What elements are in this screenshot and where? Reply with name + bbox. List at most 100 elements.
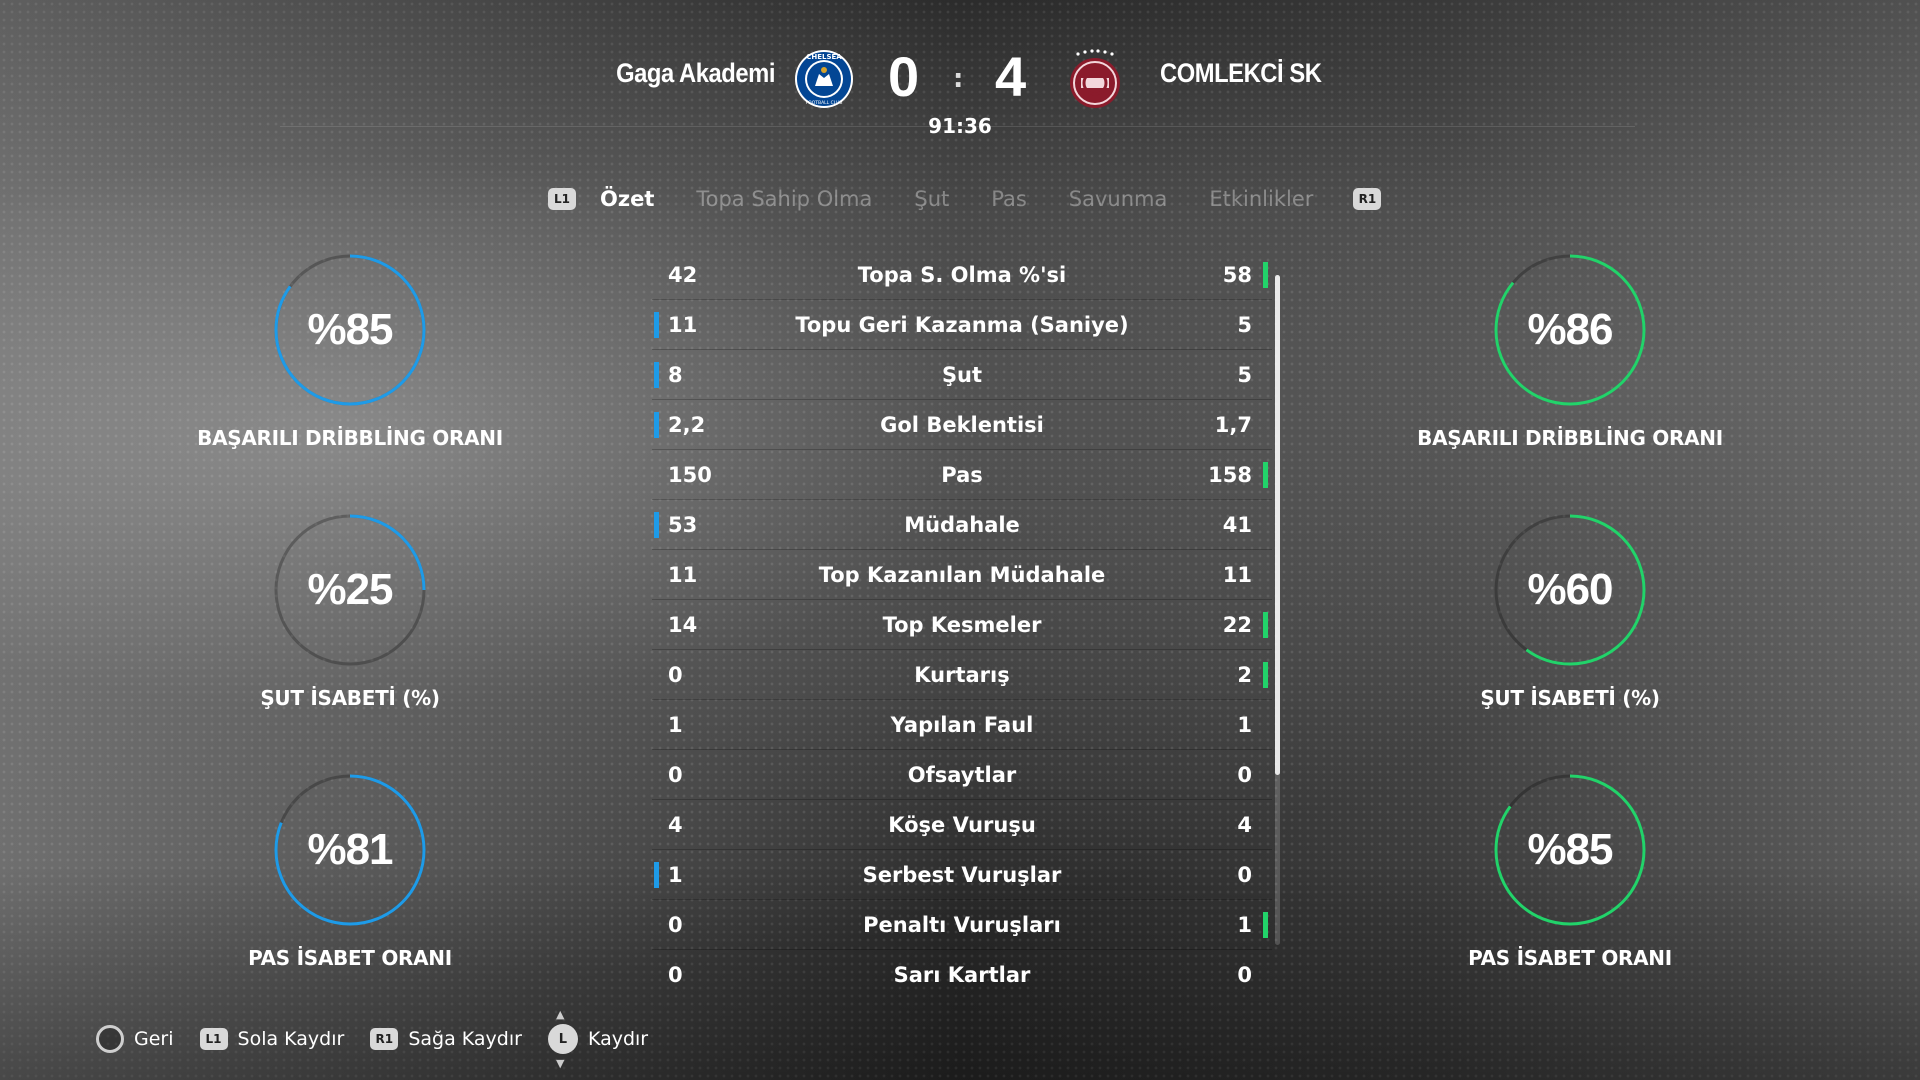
- away-shot-accuracy-ring: %60 ŞUT İSABETİ (%): [1400, 510, 1740, 710]
- away-stat-value: 1: [1237, 712, 1252, 737]
- l1-button-icon[interactable]: L1: [548, 188, 576, 210]
- stat-label: Yapılan Faul: [890, 712, 1034, 737]
- ring-label: ŞUT İSABETİ (%): [1480, 686, 1660, 710]
- home-dribble-ring: %85 BAŞARILI DRİBBLİNG ORANI: [180, 250, 520, 450]
- stat-label: Ofsaytlar: [907, 762, 1017, 787]
- scroll-left-label: Sola Kaydır: [237, 1028, 345, 1050]
- stat-label: Köşe Vuruşu: [888, 812, 1036, 837]
- home-shot-accuracy-ring: %25 ŞUT İSABETİ (%): [180, 510, 520, 710]
- tab-etkinlikler[interactable]: Etkinlikler: [1209, 187, 1313, 211]
- away-stat-value: 1,7: [1214, 412, 1252, 437]
- ring-value: %85: [1527, 825, 1613, 874]
- stat-row-penalties: 0 Penaltı Vuruşları 1: [652, 900, 1272, 950]
- back-hint[interactable]: Geri: [96, 1025, 174, 1053]
- scroll-hint[interactable]: ▲ L ▼ Kaydır: [547, 1008, 649, 1070]
- home-team-crest: CHELSEA FOOTBALL CLUB: [793, 48, 855, 110]
- stats-scrollbar-thumb[interactable]: [1275, 275, 1280, 775]
- match-clock: 91:36: [928, 114, 992, 138]
- away-pass-accuracy-ring: %85 PAS İSABET ORANI: [1400, 770, 1740, 970]
- ring-value: %25: [307, 565, 393, 614]
- ring-label: ŞUT İSABETİ (%): [260, 686, 440, 710]
- stat-row-saves: 0 Kurtarış 2: [652, 650, 1272, 700]
- r1-button-icon: R1: [370, 1028, 399, 1050]
- left-stick-icon: ▲ L ▼: [547, 1008, 578, 1070]
- score-separator: :: [953, 64, 964, 94]
- stats-tab-bar: L1 Özet Topa Sahip Olma Şut Pas Savunma …: [548, 182, 1382, 216]
- ring-value: %85: [307, 305, 393, 354]
- stat-label: Müdahale: [904, 512, 1020, 537]
- match-stats-table: 42 Topa S. Olma %'si 58 11 Topu Geri Kaz…: [652, 250, 1272, 999]
- stat-label: Top Kazanılan Müdahale: [818, 562, 1106, 587]
- chevron-down-icon: ▼: [555, 1057, 565, 1070]
- stat-row-expected-goals: 2,2 Gol Beklentisi 1,7: [652, 400, 1272, 450]
- stat-row-tackles-won: 11 Top Kazanılan Müdahale 11: [652, 550, 1272, 600]
- stat-label: Sarı Kartlar: [893, 962, 1031, 987]
- stat-row-tackles: 53 Müdahale 41: [652, 500, 1272, 550]
- away-stat-value: 2: [1237, 662, 1252, 687]
- scroll-right-label: Sağa Kaydır: [408, 1028, 522, 1050]
- tab-savunma[interactable]: Savunma: [1069, 187, 1168, 211]
- away-stat-value: 41: [1222, 512, 1252, 537]
- stat-row-free-kicks: 1 Serbest Vuruşlar 0: [652, 850, 1272, 900]
- stat-label: Şut: [941, 362, 983, 387]
- away-stat-value: 5: [1237, 312, 1252, 337]
- home-pass-accuracy-ring: %81 PAS İSABET ORANI: [180, 770, 520, 970]
- away-stat-value: 1: [1237, 912, 1252, 937]
- scroll-label: Kaydır: [587, 1028, 649, 1050]
- stat-label: Topa S. Olma %'si: [857, 262, 1067, 287]
- ring-value: %81: [307, 825, 393, 874]
- ring-label: PAS İSABET ORANI: [248, 946, 452, 970]
- stat-row-interceptions: 14 Top Kesmeler 22: [652, 600, 1272, 650]
- away-score: 4: [995, 45, 1027, 108]
- stat-label: Top Kesmeler: [882, 612, 1042, 637]
- stat-row-passes: 150 Pas 158: [652, 450, 1272, 500]
- stat-row-yellow-cards: 0 Sarı Kartlar 0: [652, 950, 1272, 999]
- away-stat-value: 0: [1237, 862, 1252, 887]
- button-hints-bar: Geri L1 Sola Kaydır R1 Sağa Kaydır ▲ L ▼…: [96, 1008, 674, 1070]
- ring-label: PAS İSABET ORANI: [1468, 946, 1672, 970]
- chevron-up-icon: ▲: [555, 1008, 565, 1021]
- svg-text:CHELSEA: CHELSEA: [806, 53, 842, 61]
- l1-button-icon: L1: [199, 1028, 228, 1050]
- away-team-crest: [1064, 48, 1126, 110]
- ring-value: %86: [1527, 305, 1613, 354]
- stat-row-recovery-time: 11 Topu Geri Kazanma (Saniye) 5: [652, 300, 1272, 350]
- away-stat-value: 158: [1208, 462, 1252, 487]
- away-stat-value: 22: [1222, 612, 1252, 637]
- away-stat-value: 0: [1237, 762, 1252, 787]
- away-stat-value: 11: [1222, 562, 1252, 587]
- ring-label: BAŞARILI DRİBBLİNG ORANI: [1417, 426, 1723, 450]
- stat-label: Serbest Vuruşlar: [862, 862, 1062, 887]
- home-team-name: Gaga Akademi: [616, 58, 775, 88]
- tab-pas[interactable]: Pas: [991, 187, 1027, 211]
- tab-sut[interactable]: Şut: [914, 187, 949, 211]
- away-stat-value: 4: [1237, 812, 1252, 837]
- stat-row-offsides: 0 Ofsaytlar 0: [652, 750, 1272, 800]
- stat-label: Topu Geri Kazanma (Saniye): [795, 312, 1129, 337]
- stat-row-fouls: 1 Yapılan Faul 1: [652, 700, 1272, 750]
- stat-row-possession: 42 Topa S. Olma %'si 58: [652, 250, 1272, 300]
- away-lead-bar: [1263, 262, 1268, 288]
- scroll-left-hint[interactable]: L1 Sola Kaydır: [199, 1028, 345, 1050]
- tab-topa-sahip-olma[interactable]: Topa Sahip Olma: [696, 187, 872, 211]
- stat-label: Kurtarış: [914, 662, 1010, 687]
- stat-label: Gol Beklentisi: [880, 412, 1044, 437]
- stat-label: Penaltı Vuruşları: [863, 912, 1061, 937]
- away-stat-value: 0: [1237, 962, 1252, 987]
- r1-button-icon[interactable]: R1: [1353, 188, 1382, 210]
- stat-label: Pas: [941, 462, 983, 487]
- scroll-right-hint[interactable]: R1 Sağa Kaydır: [370, 1028, 522, 1050]
- tab-ozet[interactable]: Özet: [600, 187, 654, 211]
- stat-row-corners: 4 Köşe Vuruşu 4: [652, 800, 1272, 850]
- away-team-name: COMLEKCİ SK: [1160, 58, 1322, 88]
- svg-text:FOOTBALL CLUB: FOOTBALL CLUB: [806, 100, 843, 106]
- stat-row-shots: 8 Şut 5: [652, 350, 1272, 400]
- home-score: 0: [888, 45, 920, 108]
- away-stat-value: 58: [1222, 262, 1252, 287]
- away-lead-bar: [1263, 462, 1268, 488]
- away-lead-bar: [1263, 912, 1268, 938]
- ring-label: BAŞARILI DRİBBLİNG ORANI: [197, 426, 503, 450]
- away-lead-bar: [1263, 612, 1268, 638]
- away-lead-bar: [1263, 662, 1268, 688]
- ring-value: %60: [1527, 565, 1613, 614]
